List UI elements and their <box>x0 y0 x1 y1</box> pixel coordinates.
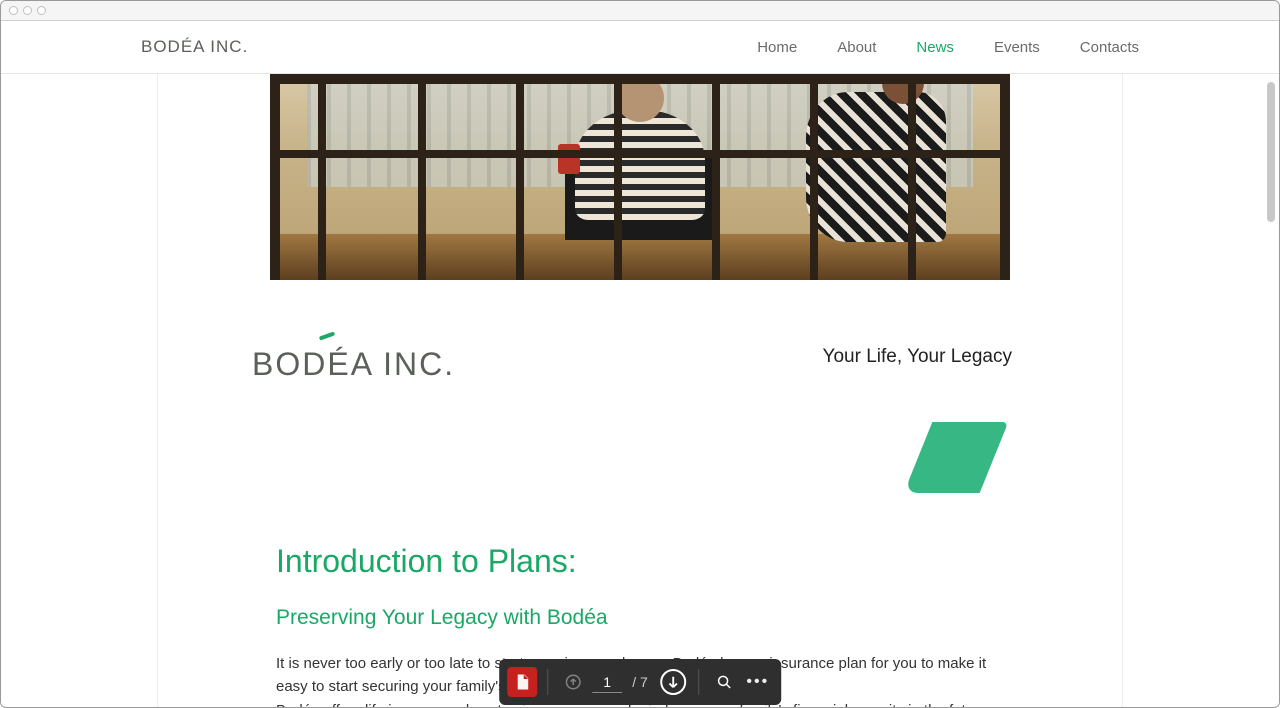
page-number-input[interactable] <box>592 672 622 693</box>
vertical-scrollbar[interactable] <box>1265 74 1277 707</box>
nav-contacts[interactable]: Contacts <box>1080 39 1139 56</box>
toolbar-divider <box>698 669 699 695</box>
browser-window: BODÉA INC. Home About News Events Contac… <box>0 0 1280 708</box>
nav-events[interactable]: Events <box>994 39 1040 56</box>
pdf-app-icon[interactable] <box>507 667 537 697</box>
site-header: BODÉA INC. Home About News Events Contac… <box>1 21 1279 74</box>
document-subheading: Preserving Your Legacy with Bodéa <box>276 606 1004 630</box>
document-brand-row: BODÉA INC. Your Life, Your Legacy <box>158 280 1122 383</box>
main-nav: Home About News Events Contacts <box>757 39 1139 56</box>
next-page-button[interactable] <box>658 667 688 697</box>
more-options-button[interactable]: ••• <box>743 667 773 697</box>
window-close-dot[interactable] <box>9 6 18 15</box>
content-viewport: BODÉA INC. Your Life, Your Legacy Introd… <box>1 74 1279 707</box>
prev-page-button[interactable] <box>558 667 588 697</box>
nav-home[interactable]: Home <box>757 39 797 56</box>
toolbar-divider <box>547 669 548 695</box>
nav-about[interactable]: About <box>837 39 876 56</box>
pdf-page: BODÉA INC. Your Life, Your Legacy Introd… <box>157 74 1123 707</box>
window-titlebar <box>1 1 1279 21</box>
total-pages-label: / 7 <box>632 674 648 690</box>
document-brand: BODÉA INC. <box>252 346 455 383</box>
site-brand: BODÉA INC. <box>141 37 248 57</box>
scrollbar-thumb[interactable] <box>1267 82 1275 222</box>
document-brand-text: BODÉA INC. <box>252 346 455 382</box>
nav-news[interactable]: News <box>916 39 954 56</box>
document-tagline: Your Life, Your Legacy <box>823 346 1012 368</box>
hero-image <box>270 74 1010 280</box>
window-minimize-dot[interactable] <box>23 6 32 15</box>
search-button[interactable] <box>709 667 739 697</box>
brand-accent-icon <box>319 331 335 340</box>
window-zoom-dot[interactable] <box>37 6 46 15</box>
document-heading: Introduction to Plans: <box>276 543 1004 580</box>
pdf-toolbar: / 7 ••• <box>499 659 781 705</box>
